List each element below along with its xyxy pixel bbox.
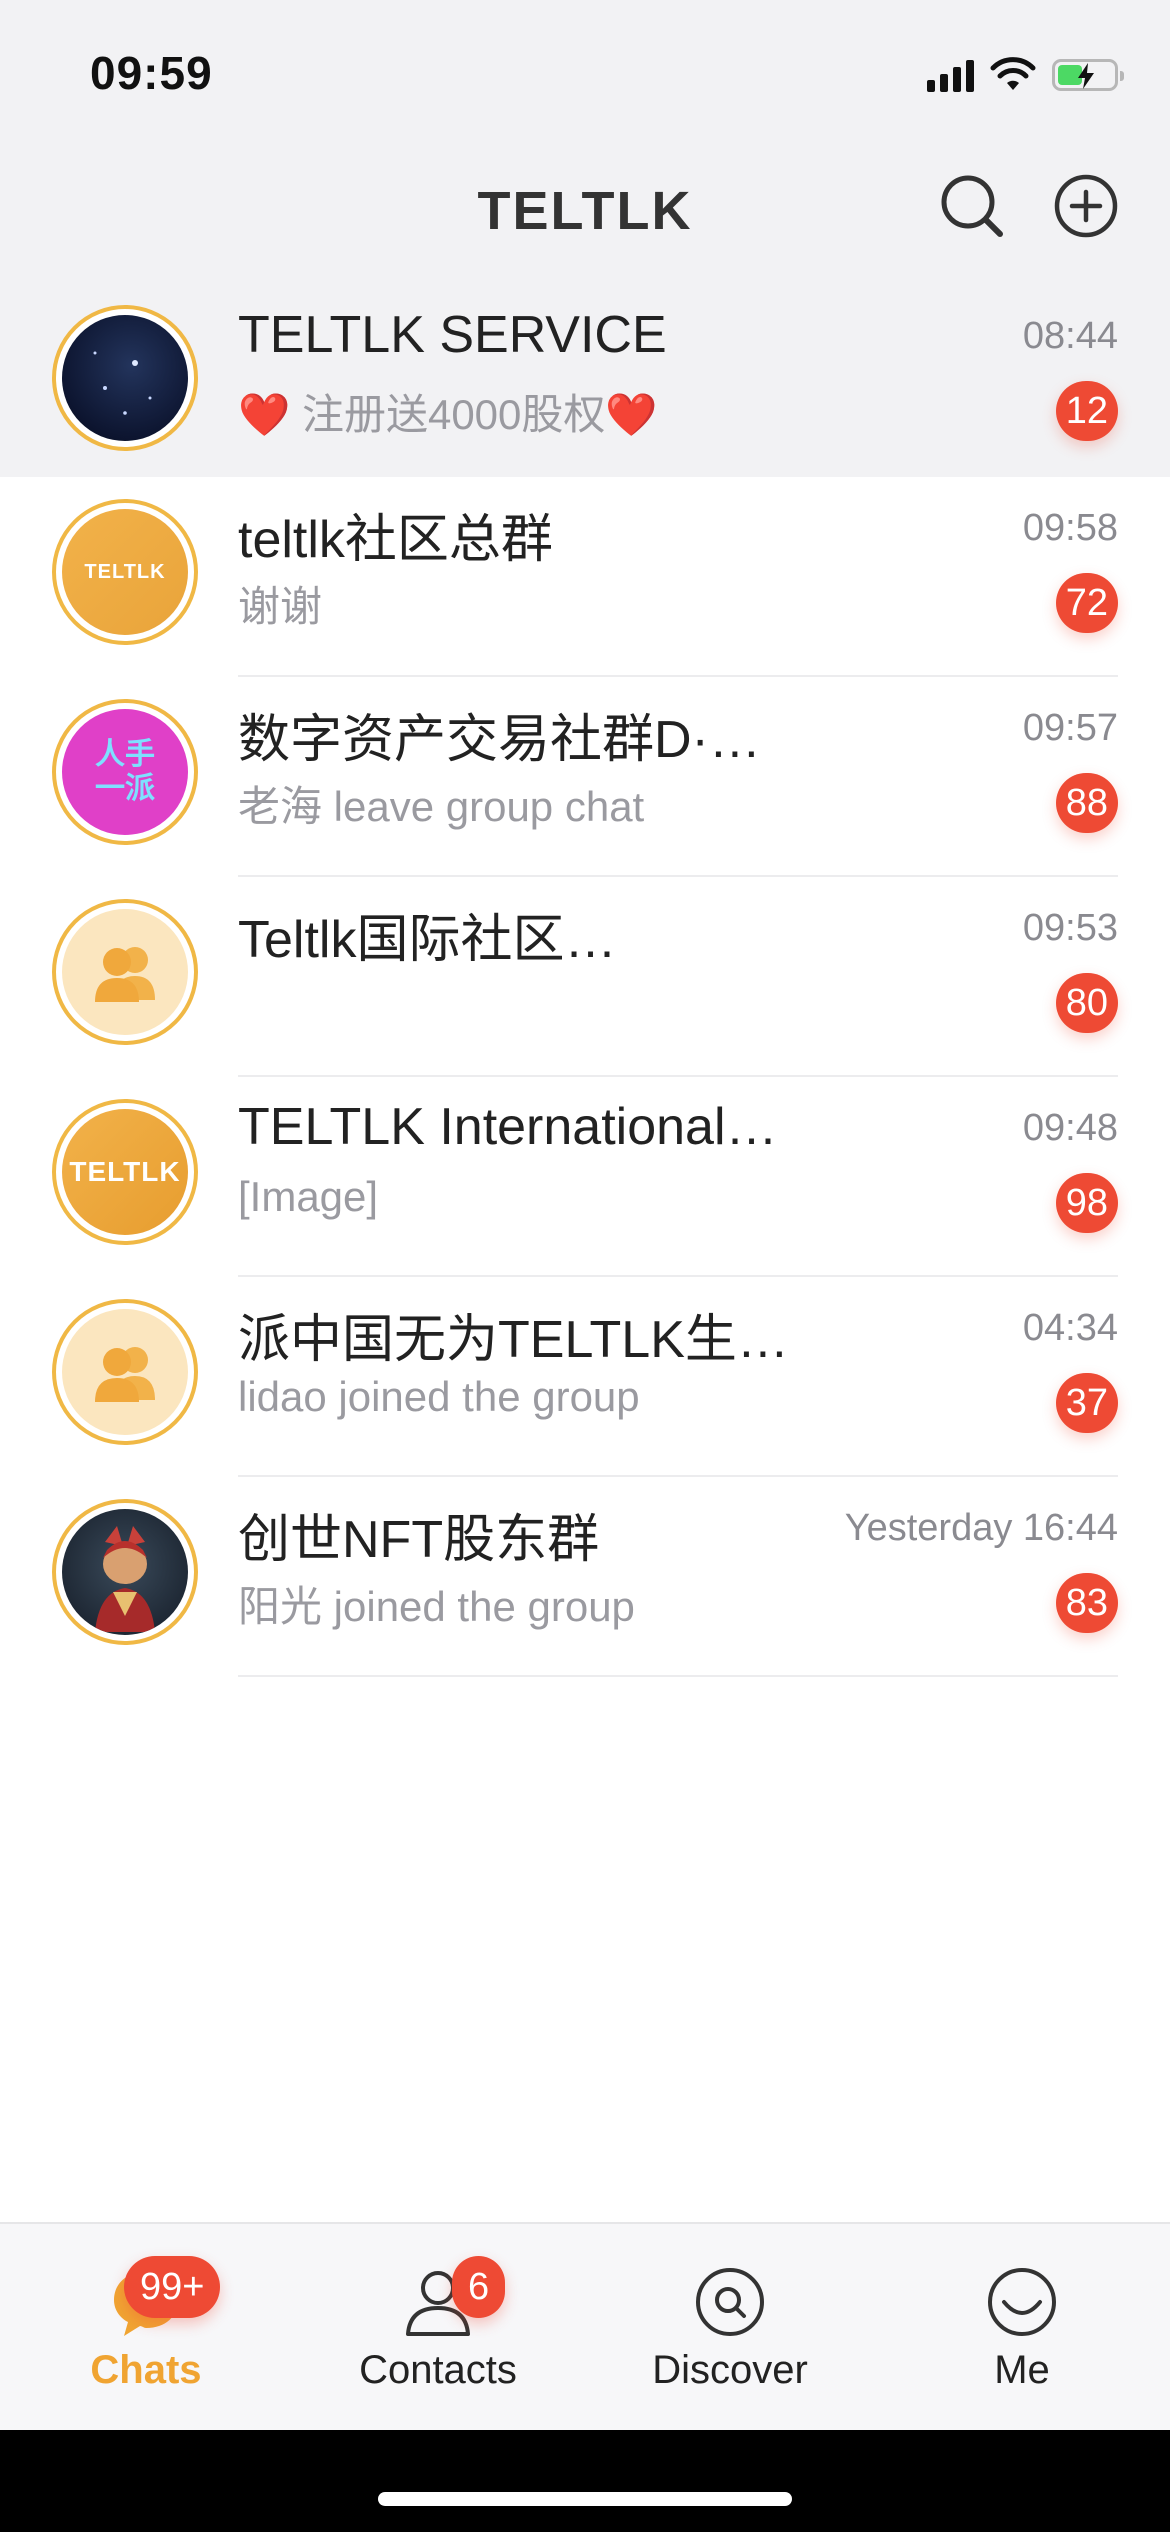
unread-badge: 12 (1055, 381, 1118, 441)
chat-time: 09:58 (1022, 507, 1118, 549)
chat-preview: [Image] (238, 1173, 379, 1220)
chat-row-teltlk-community[interactable]: TELTLK teltlk社区总群 谢谢 09:58 72 (0, 477, 1170, 677)
search-button[interactable] (938, 172, 1006, 240)
avatar: 人手 一派 (52, 699, 198, 845)
tab-bar: 99+ Chats 6 Contacts Discover Me (0, 2222, 1170, 2430)
home-indicator-area (0, 2430, 1170, 2532)
starry-night-avatar (62, 315, 188, 441)
tab-me[interactable]: Me (876, 2224, 1168, 2432)
chat-row-teltlk-service[interactable]: TELTLK SERVICE ❤️ 注册送4000股权❤️ 08:44 12 (0, 285, 1170, 477)
unread-badge: 37 (1055, 1373, 1118, 1433)
chat-time: 09:48 (1022, 1107, 1118, 1149)
compass-icon (696, 2268, 764, 2336)
chat-preview: ❤️ 注册送4000股权❤️ (238, 391, 658, 438)
search-icon (941, 175, 1003, 237)
teltlk-logo-avatar: TELTLK (62, 509, 188, 635)
home-indicator[interactable] (378, 2492, 792, 2506)
tab-discover[interactable]: Discover (584, 2224, 876, 2432)
chat-row-teltlk-international[interactable]: TELTLK TELTLK International… [Image] 09:… (0, 1077, 1170, 1277)
chat-name: 数字资产交易社群D·… (238, 711, 761, 769)
tab-badge: 6 (452, 2256, 506, 2318)
tab-badge: 99+ (124, 2256, 221, 2318)
unread-badge: 83 (1055, 1573, 1118, 1633)
status-time: 09:59 (90, 47, 213, 99)
chat-row-digital-asset-group[interactable]: 人手 一派 数字资产交易社群D·… 老海 leave group chat 09… (0, 677, 1170, 877)
tab-contacts[interactable]: 6 Contacts (292, 2224, 584, 2432)
avatar: TELTLK (52, 499, 198, 645)
chat-list: TELTLK SERVICE ❤️ 注册送4000股权❤️ 08:44 12 T… (0, 285, 1170, 1677)
chat-time: Yesterday 16:44 (844, 1507, 1118, 1549)
status-icons (927, 52, 1124, 98)
smile-icon (988, 2268, 1056, 2336)
wifi-icon (990, 57, 1036, 90)
chat-preview: 老海 leave group chat (238, 783, 645, 830)
cellular-signal-icon (927, 58, 974, 92)
chat-name: TELTLK SERVICE (238, 306, 667, 364)
chat-preview: lidao joined the group (238, 1373, 640, 1420)
chat-row-genesis-nft-group[interactable]: 创世NFT股东群 阳光 joined the group Yesterday 1… (0, 1477, 1170, 1677)
battery-icon (1052, 59, 1124, 91)
chat-name: Teltlk国际社区… (238, 911, 617, 969)
avatar (52, 1299, 198, 1445)
group-icon (62, 1309, 188, 1435)
pink-text-avatar: 人手 一派 (62, 709, 188, 835)
chat-name: 创世NFT股东群 (238, 1511, 600, 1569)
chat-name: teltlk社区总群 (238, 511, 553, 569)
tab-label: Chats (90, 2348, 202, 2392)
avatar (52, 899, 198, 1045)
chat-preview: 阳光 joined the group (238, 1583, 635, 1630)
top-bar: 09:59 TELTLK (0, 0, 1170, 285)
group-icon (62, 909, 188, 1035)
unread-badge: 98 (1055, 1173, 1118, 1233)
avatar (52, 1499, 198, 1645)
tab-chats[interactable]: 99+ Chats (0, 2224, 292, 2432)
chat-preview: 谢谢 (238, 583, 323, 630)
chat-name: 派中国无为TELTLK生… (238, 1311, 789, 1369)
chat-time: 09:57 (1022, 707, 1118, 749)
add-button[interactable] (1052, 172, 1120, 240)
tab-label: Me (994, 2348, 1050, 2392)
unread-badge: 88 (1055, 773, 1118, 833)
chat-time: 08:44 (1022, 315, 1118, 357)
tab-label: Contacts (359, 2348, 517, 2392)
chat-row-teltlk-international-community[interactable]: Teltlk国际社区… 09:53 80 (0, 877, 1170, 1077)
dragon-avatar (62, 1509, 188, 1635)
tab-label: Discover (652, 2348, 808, 2392)
avatar: TELTLK (52, 1099, 198, 1245)
unread-badge: 72 (1055, 573, 1118, 633)
chat-row-pai-china-group[interactable]: 派中国无为TELTLK生… lidao joined the group 04:… (0, 1277, 1170, 1477)
plus-circle-icon (1054, 174, 1118, 238)
chat-time: 04:34 (1022, 1307, 1118, 1349)
chat-name: TELTLK International… (238, 1098, 778, 1156)
avatar (52, 305, 198, 451)
teltlk-wordmark-avatar: TELTLK (62, 1109, 188, 1235)
unread-badge: 80 (1055, 973, 1118, 1033)
chat-time: 09:53 (1022, 907, 1118, 949)
divider (238, 1675, 1118, 1677)
